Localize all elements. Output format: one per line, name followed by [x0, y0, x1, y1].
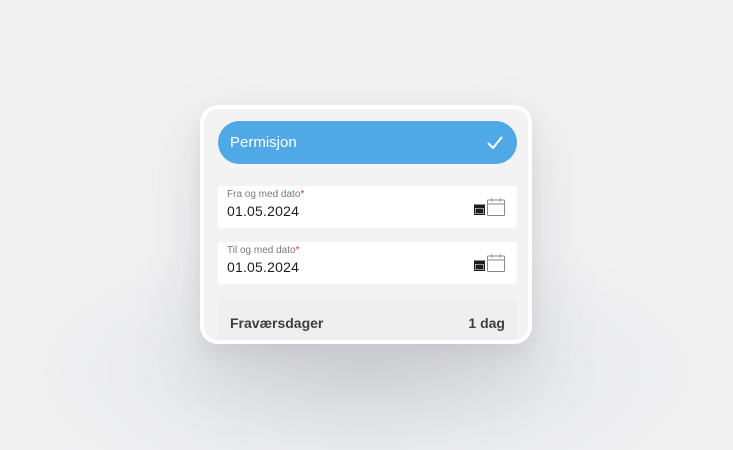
- to-date-label: Til og med dato*: [227, 245, 300, 256]
- absence-days-value: 1 dag: [468, 315, 505, 331]
- required-marker: *: [300, 189, 305, 200]
- absence-type-label: Permisjon: [230, 134, 297, 151]
- absence-days-summary: Fraværsdager 1 dag: [218, 298, 517, 340]
- calendar-picker-icon[interactable]: [474, 204, 485, 215]
- calendar-icon[interactable]: [487, 254, 505, 272]
- calendar-picker-icon[interactable]: [474, 260, 485, 271]
- required-marker: *: [295, 245, 300, 256]
- from-date-label: Fra og med dato*: [227, 189, 305, 200]
- from-date-value[interactable]: 01.05.2024: [227, 203, 299, 219]
- absence-card: Permisjon Fra og med dato* 01.05.2024 Ti…: [200, 105, 532, 344]
- calendar-icon[interactable]: [487, 198, 505, 216]
- absence-type-select[interactable]: Permisjon: [218, 121, 517, 164]
- to-date-value[interactable]: 01.05.2024: [227, 259, 299, 275]
- to-date-field[interactable]: Til og med dato* 01.05.2024: [218, 242, 517, 284]
- from-date-field[interactable]: Fra og med dato* 01.05.2024: [218, 186, 517, 228]
- check-icon: [487, 136, 503, 149]
- absence-days-label: Fraværsdager: [230, 315, 324, 331]
